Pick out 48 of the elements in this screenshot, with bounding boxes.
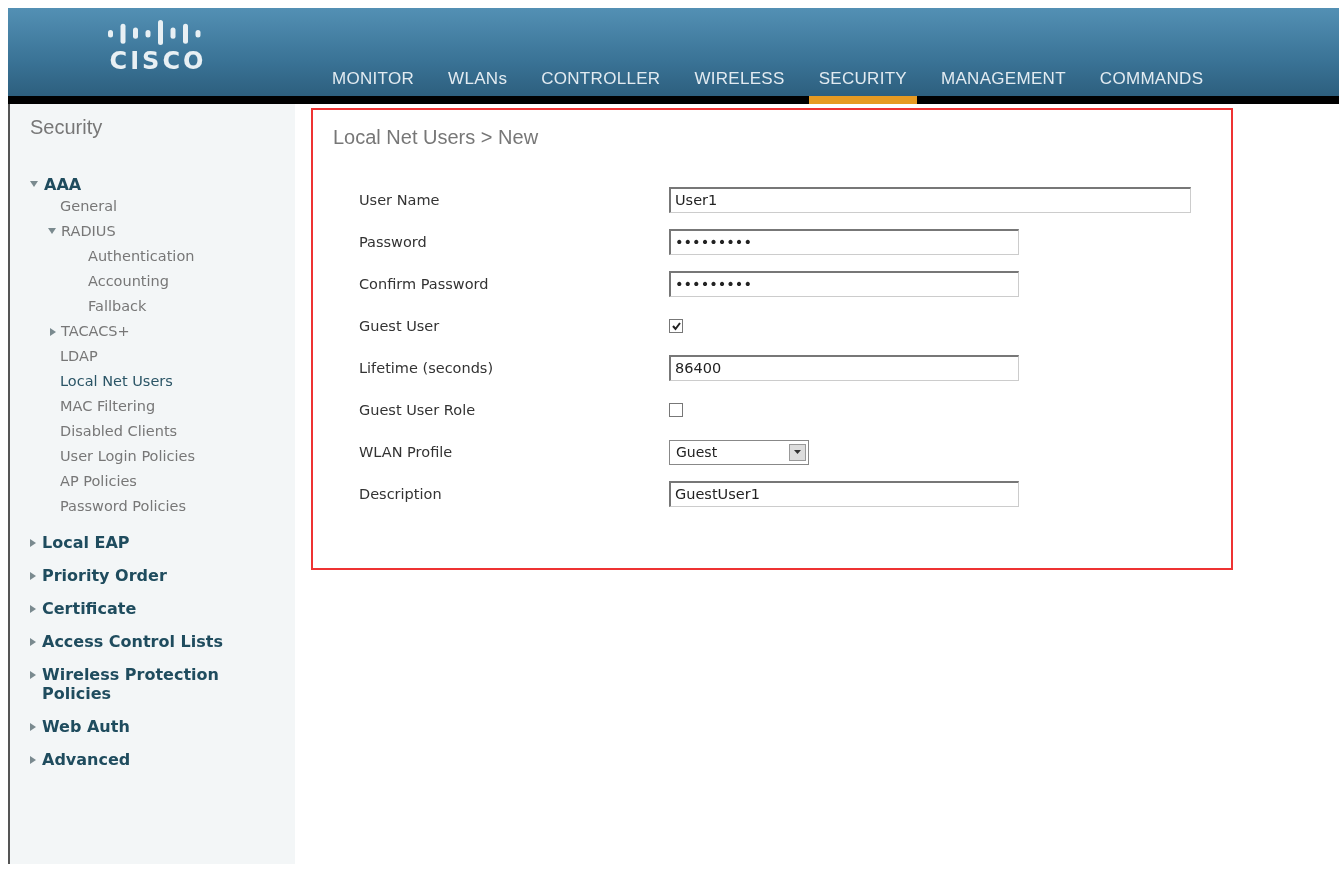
sidebar-section[interactable]: Wireless Protection Policies: [30, 665, 280, 703]
sidebar-item[interactable]: MAC Filtering: [10, 394, 156, 419]
nav-tab[interactable]: COMMANDS: [1089, 69, 1214, 104]
password-field[interactable]: •••••••••: [669, 229, 1019, 255]
field-label: Guest User Role: [358, 402, 477, 418]
field-label: WLAN Profile: [358, 444, 454, 460]
sidebar-section[interactable]: Advanced: [30, 750, 280, 769]
sidebar-item[interactable]: RADIUS: [10, 219, 116, 244]
sidebar-section[interactable]: Local EAP: [30, 533, 280, 552]
dropdown[interactable]: Guest: [669, 439, 809, 465]
password-field[interactable]: •••••••••: [669, 271, 1019, 297]
sidebar-section[interactable]: Web Auth: [30, 717, 280, 736]
input-field[interactable]: User1: [669, 187, 1191, 213]
sidebar-section[interactable]: Certificate: [30, 599, 280, 618]
sidebar-item[interactable]: Authentication: [10, 244, 195, 269]
field-label: Lifetime (seconds): [358, 360, 495, 376]
checkbox[interactable]: [669, 403, 683, 417]
page-title: Local Net Users > New: [333, 126, 540, 149]
sidebar-item[interactable]: LDAP: [10, 344, 98, 369]
nav-tab[interactable]: MANAGEMENT: [931, 69, 1076, 104]
sidebar-item[interactable]: Local Net Users: [10, 369, 173, 394]
caret-icon: [794, 450, 801, 454]
nav-tab[interactable]: SECURITY: [808, 69, 917, 104]
nav-tab[interactable]: WLANs: [438, 69, 518, 104]
sidebar-item[interactable]: Fallback: [10, 294, 147, 319]
sidebar-item[interactable]: TACACS+: [10, 319, 130, 344]
sidebar-item[interactable]: General: [10, 194, 118, 219]
sidebar-item[interactable]: Accounting: [10, 269, 169, 294]
field-label: Password: [358, 234, 428, 250]
field-label: Confirm Password: [358, 276, 490, 292]
logo-wordmark: CISCO: [109, 47, 207, 75]
input-field[interactable]: 86400: [669, 355, 1019, 381]
nav-tab[interactable]: WIRELESS: [684, 69, 795, 104]
field-label: User Name: [358, 192, 441, 208]
field-label: Guest User: [358, 318, 441, 334]
sidebar-title: Security: [30, 116, 104, 139]
checkbox[interactable]: [669, 319, 683, 333]
sidebar-section[interactable]: Access Control Lists: [30, 632, 280, 651]
sidebar-item[interactable]: User Login Policies: [10, 444, 196, 469]
field-label: Description: [358, 486, 443, 502]
input-field[interactable]: GuestUser1: [669, 481, 1019, 507]
sidebar-item[interactable]: Disabled Clients: [10, 419, 178, 444]
nav-tab[interactable]: CONTROLLER: [531, 69, 671, 104]
sidebar-section[interactable]: Priority Order: [30, 566, 280, 585]
nav-tab[interactable]: MONITOR: [322, 69, 425, 104]
sidebar-item[interactable]: AP Policies: [10, 469, 137, 494]
sidebar-item[interactable]: Password Policies: [10, 494, 186, 519]
sidebar-section[interactable]: AAA: [30, 175, 280, 194]
